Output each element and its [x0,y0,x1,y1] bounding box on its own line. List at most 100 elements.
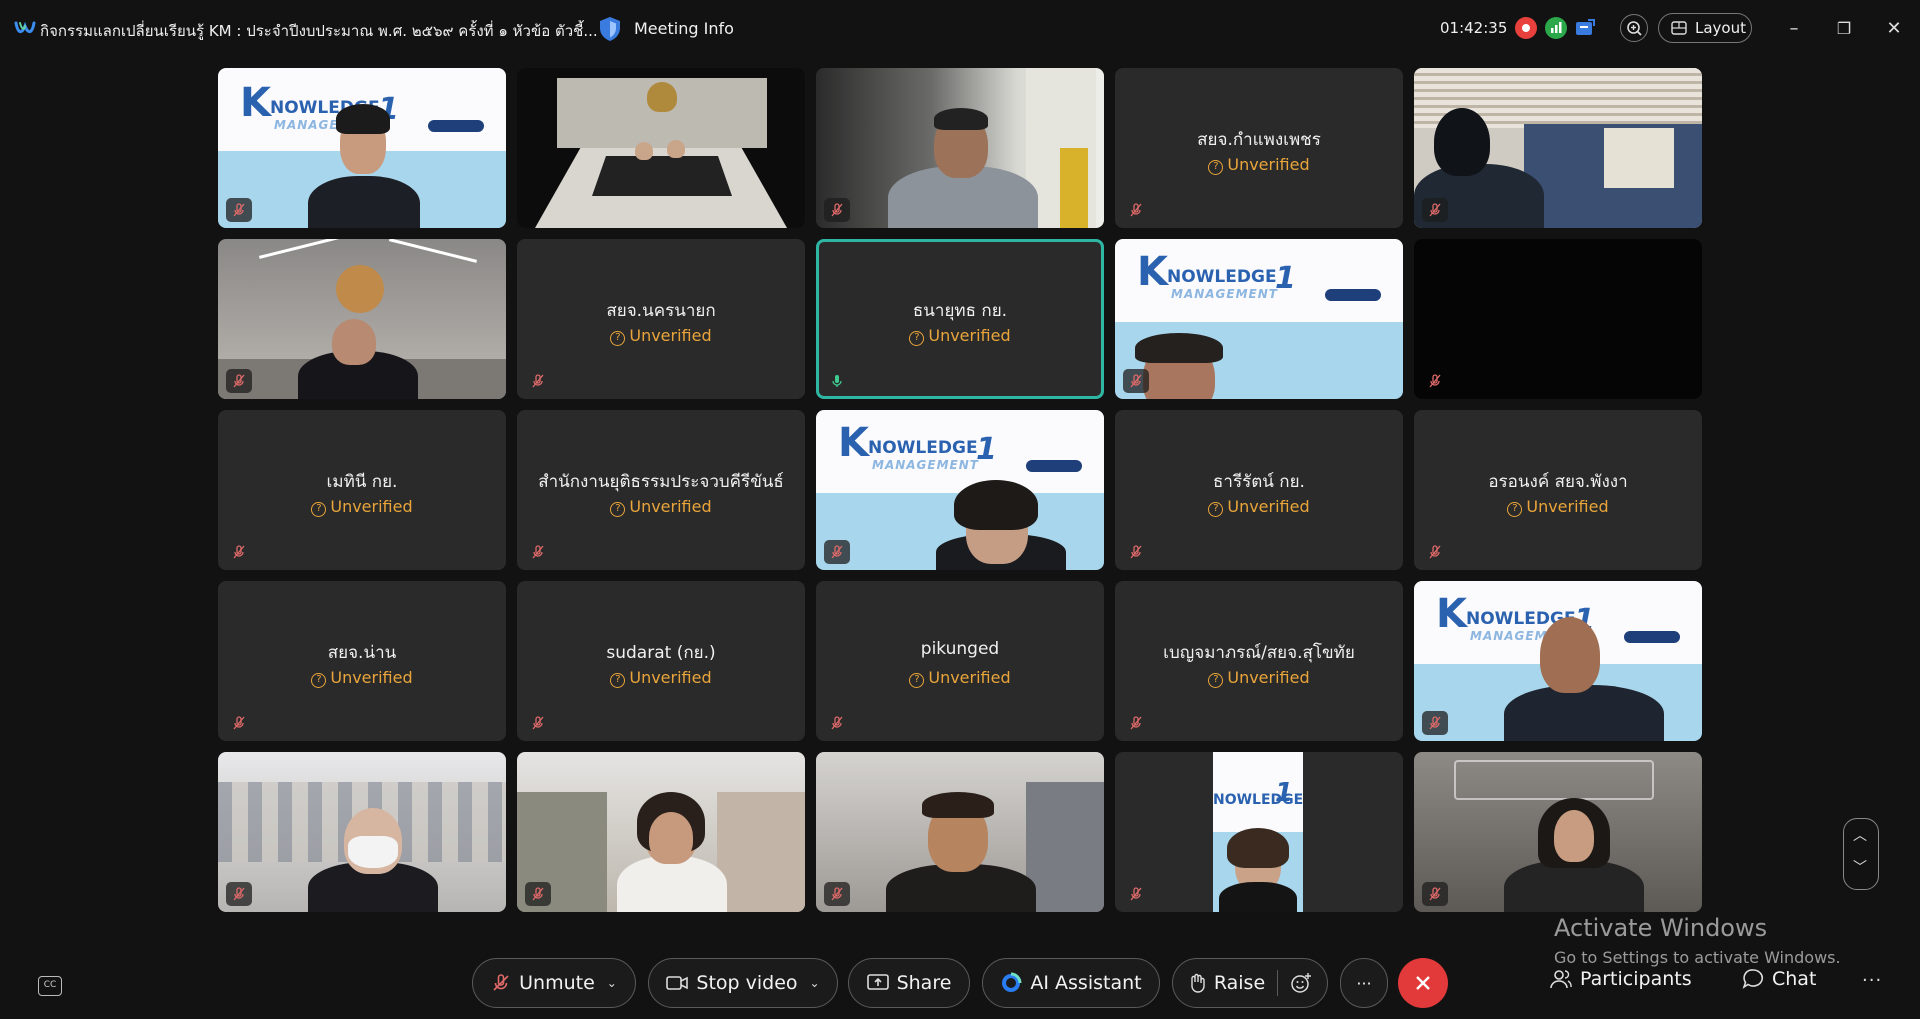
banner-word: NOWLEDGE [868,438,978,458]
banner-num: 1 [1275,778,1294,808]
meeting-info-shield-icon[interactable] [598,16,622,42]
video-tile[interactable] [218,239,506,399]
recording-icon[interactable] [1515,17,1537,39]
question-icon: ? [1507,502,1523,517]
layout-label: Layout [1695,19,1746,37]
muted-mic-icon [824,711,850,735]
share-screen-status-icon[interactable] [1574,17,1596,39]
closed-captions-icon[interactable]: CC [38,976,62,996]
participant-tile[interactable]: pikunged ? Unverified [816,581,1104,741]
question-icon: ? [311,673,327,688]
meeting-title: กิจกรรมแลกเปลี่ยนเรียนรู้ KM : ประจำปีงบ… [40,22,598,40]
layout-button[interactable]: Layout [1658,13,1752,43]
video-tile[interactable] [517,752,805,912]
meeting-toolbar: CC Unmute ⌄ Stop video ⌄ Share AI Assist… [0,950,1920,1016]
unverified-badge: ? Unverified [218,497,506,517]
webex-logo-icon [14,21,36,34]
banner-sub: MANAGEMENT [1171,287,1278,301]
muted-mic-icon [226,711,252,735]
participant-tile-active-speaker[interactable]: ธนายุทธ กย. ? Unverified [816,239,1104,399]
ai-assistant-label: AI Assistant [1030,972,1142,994]
unverified-badge: ? Unverified [1115,497,1403,517]
raise-hand-button[interactable]: Raise [1172,958,1328,1008]
participants-button[interactable]: Participants [1550,968,1692,990]
ai-assistant-button[interactable]: AI Assistant [982,958,1160,1008]
leave-meeting-button[interactable] [1398,958,1448,1008]
video-tile[interactable] [1414,752,1702,912]
question-icon: ? [1208,502,1224,517]
network-stats-icon[interactable] [1545,17,1567,39]
activate-title: Activate Windows [1554,914,1768,942]
muted-mic-icon [226,540,252,564]
participant-name: สยจ.น่าน [327,643,397,663]
participant-tile[interactable]: อรอนงค์ สยจ.พังงา ? Unverified [1414,410,1702,570]
video-tile[interactable]: K NOWLEDGE MANAGEMENT 1 [1115,239,1403,399]
participant-name: เบญจมาภรณ์/สยจ.สุโขทัย [1163,643,1355,663]
share-label: Share [896,972,952,994]
muted-mic-icon [1422,540,1448,564]
reactions-emoji-icon[interactable] [1290,972,1312,994]
close-window-button[interactable]: ✕ [1882,16,1906,40]
muted-mic-icon [226,198,252,222]
muted-mic-icon [1422,882,1448,906]
raise-hand-icon [1191,973,1205,993]
video-grid: K NOWLEDGE MANAGEMENT 1 สยจ.กำแพงเพชร ? U… [218,68,1702,914]
participant-tile[interactable]: เบญจมาภรณ์/สยจ.สุโขทัย ? Unverified [1115,581,1403,741]
video-tile[interactable] [816,68,1104,228]
stop-video-button[interactable]: Stop video ⌄ [648,958,838,1008]
zoom-magnifier-button[interactable] [1620,14,1648,42]
share-button[interactable]: Share [848,958,970,1008]
question-icon: ? [1208,160,1224,175]
layout-grid-icon [1671,21,1687,35]
scroll-up-icon[interactable]: ︿ [1853,825,1867,845]
zoom-in-icon [1627,21,1642,36]
muted-mic-icon [525,369,551,393]
meeting-info-link[interactable]: Meeting Info [634,19,734,38]
participant-tile[interactable]: สำนักงานยุติธรรมประจวบคีรีขันธ์ ? Unverif… [517,410,805,570]
video-tile-dark[interactable] [1414,239,1702,399]
scroll-down-icon[interactable]: ﹀ [1853,857,1867,877]
question-icon: ? [311,502,327,517]
question-icon: ? [610,502,626,517]
unmute-button[interactable]: Unmute ⌄ [472,958,636,1008]
muted-mic-icon [226,369,252,393]
participant-tile[interactable]: สยจ.กำแพงเพชร ? Unverified [1115,68,1403,228]
video-tile[interactable]: K NOWLEDGE MANAGEMENT 1 [218,68,506,228]
restore-button[interactable]: ❐ [1832,16,1856,40]
video-tile[interactable] [517,68,805,228]
video-tile[interactable]: K NOWLEDGE MANAGEMENT 1 [816,410,1104,570]
participants-icon [1550,970,1572,989]
video-camera-icon [666,976,689,990]
participant-tile[interactable]: สยจ.น่าน ? Unverified [218,581,506,741]
question-icon: ? [610,673,626,688]
banner-word: NOWLEDGE [1167,267,1277,287]
muted-mic-icon [1123,198,1149,222]
minimize-button[interactable]: – [1782,16,1806,40]
share-screen-icon [866,974,889,990]
chevron-down-icon[interactable]: ⌄ [607,976,617,990]
participant-tile[interactable]: สยจ.นครนายก ? Unverified [517,239,805,399]
grid-scroll-control[interactable]: ︿ ﹀ [1843,818,1879,890]
video-tile-portrait[interactable]: NOWLEDGE 1 [1115,752,1403,912]
video-tile[interactable] [218,752,506,912]
unverified-badge: ? Unverified [517,668,805,688]
more-options-button[interactable]: ··· [1340,958,1388,1008]
chevron-down-icon[interactable]: ⌄ [810,976,820,990]
video-tile[interactable]: K NOWLEDGE MANAGEMENT 1 [1414,581,1702,741]
chat-button[interactable]: Chat [1742,968,1816,990]
video-tile[interactable] [1414,68,1702,228]
video-tile[interactable] [816,752,1104,912]
banner-num: 1 [976,432,997,467]
chat-label: Chat [1772,968,1817,990]
overflow-menu-button[interactable]: ··· [1862,970,1882,991]
unverified-badge: ? Unverified [816,326,1104,346]
participant-tile[interactable]: ธารีรัตน์ กย. ? Unverified [1115,410,1403,570]
participant-name: ธนายุทธ กย. [912,301,1008,321]
muted-mic-icon [1422,711,1448,735]
muted-mic-icon [1422,198,1448,222]
participants-label: Participants [1580,968,1692,990]
banner-num: 1 [1275,261,1296,296]
participant-tile[interactable]: sudarat (กย.) ? Unverified [517,581,805,741]
unverified-badge: ? Unverified [517,497,805,517]
participant-tile[interactable]: เมทินี กย. ? Unverified [218,410,506,570]
